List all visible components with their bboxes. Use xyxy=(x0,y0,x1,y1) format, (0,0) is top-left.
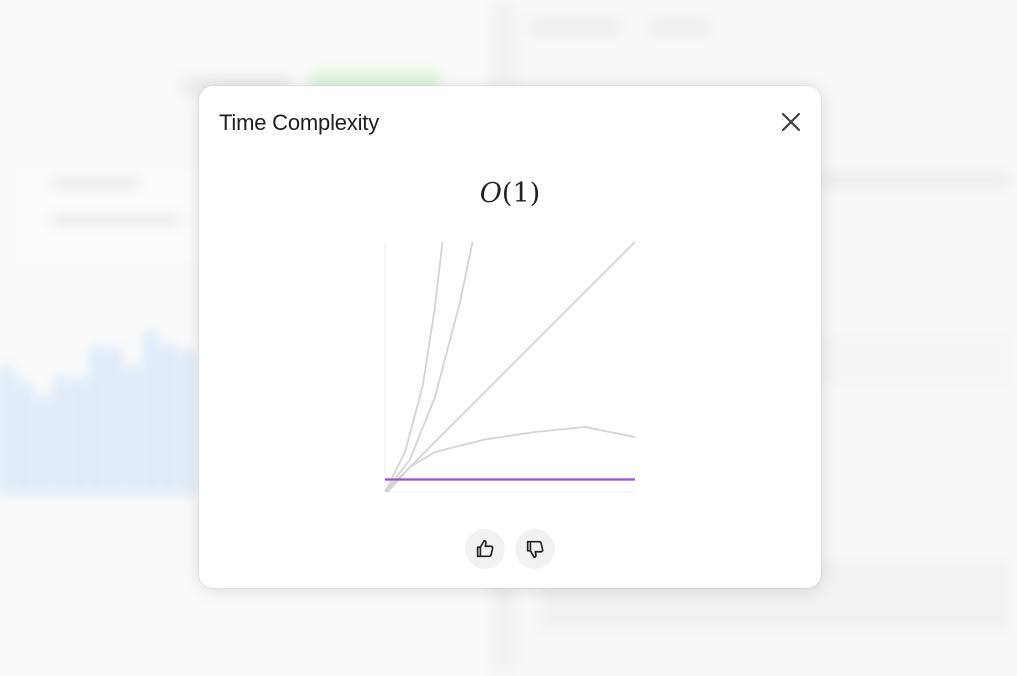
thumbs-down-icon xyxy=(526,540,544,559)
feedback-buttons xyxy=(199,529,821,569)
formula-function: O xyxy=(479,178,502,209)
complexity-curve-log xyxy=(386,426,635,492)
close-button[interactable] xyxy=(779,110,803,134)
complexity-curve-exponential xyxy=(385,242,444,492)
dislike-button[interactable] xyxy=(515,529,555,569)
close-icon xyxy=(781,112,801,132)
like-button[interactable] xyxy=(465,529,505,569)
formula-open-paren: ( xyxy=(501,178,513,209)
complexity-chart xyxy=(384,242,635,493)
formula-argument: 1 xyxy=(512,178,530,209)
time-complexity-dialog: Time Complexity O(1) xyxy=(199,86,821,588)
complexity-curve-linear xyxy=(385,242,635,492)
complexity-curve-quadratic xyxy=(385,242,474,492)
formula-close-paren: ) xyxy=(529,178,541,209)
dialog-title: Time Complexity xyxy=(219,110,379,135)
complexity-formula: O(1) xyxy=(199,178,821,209)
thumbs-up-icon xyxy=(476,539,494,558)
